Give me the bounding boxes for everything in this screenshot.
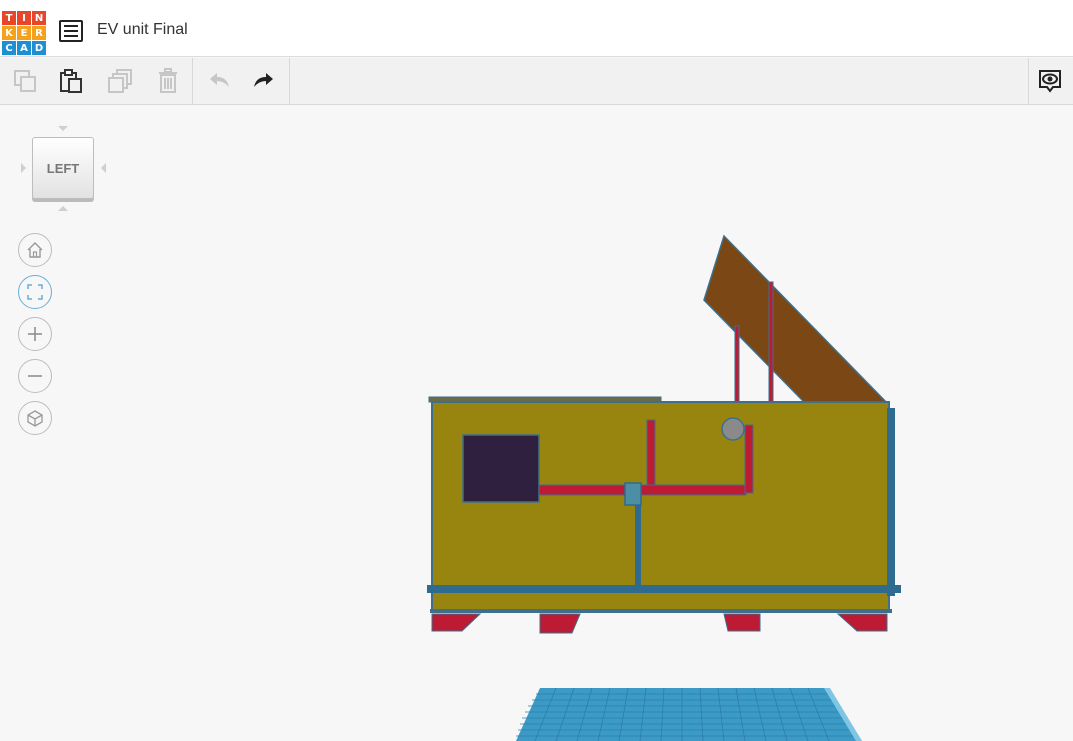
round-knob[interactable]: [721, 417, 745, 441]
vertical-bar[interactable]: [744, 424, 754, 494]
vertical-bar[interactable]: [646, 419, 656, 486]
workplane-grid[interactable]: [516, 687, 862, 741]
lid-support-rod[interactable]: [734, 325, 740, 407]
workspace-canvas[interactable]: [0, 0, 1073, 741]
base-rail[interactable]: [430, 609, 892, 613]
support-feet[interactable]: [431, 613, 888, 634]
horizontal-bar[interactable]: [639, 484, 747, 496]
display-screen[interactable]: [462, 434, 540, 503]
horizontal-bar[interactable]: [538, 484, 635, 496]
lid-support-rod[interactable]: [768, 281, 774, 421]
vertical-rail[interactable]: [635, 505, 641, 593]
main-body[interactable]: [431, 401, 895, 613]
bottom-rail[interactable]: [427, 585, 901, 593]
lid-panel[interactable]: [703, 234, 890, 405]
junction-block[interactable]: [624, 482, 642, 506]
